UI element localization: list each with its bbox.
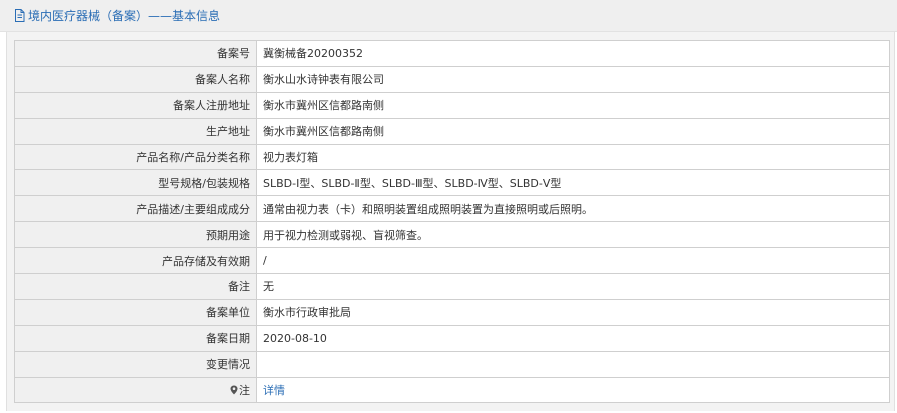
row-label: 备案人注册地址 bbox=[14, 91, 257, 119]
details-link[interactable]: 详情 bbox=[263, 384, 285, 397]
note-value-cell: 详情 bbox=[256, 376, 890, 404]
table-row-changes: 变更情况 bbox=[14, 350, 890, 378]
row-value: 衡水市行政审批局 bbox=[256, 298, 890, 326]
table-row-remarks: 备注 无 bbox=[14, 273, 890, 300]
page-title: 境内医疗器械（备案）——基本信息 bbox=[28, 9, 221, 23]
table-row-filing-date: 备案日期 2020-08-10 bbox=[14, 324, 890, 352]
row-label: 变更情况 bbox=[14, 350, 257, 378]
row-value: 2020-08-10 bbox=[256, 324, 890, 352]
row-label: 型号规格/包装规格 bbox=[14, 169, 257, 197]
table-row-intended-use: 预期用途 用于视力检测或弱视、盲视筛查。 bbox=[14, 221, 890, 249]
row-value: 用于视力检测或弱视、盲视筛查。 bbox=[256, 221, 890, 249]
table-row-filer-name: 备案人名称 衡水山水诗钟表有限公司 bbox=[14, 65, 890, 93]
row-label: 产品描述/主要组成成分 bbox=[14, 195, 257, 223]
row-label: 备案人名称 bbox=[14, 65, 257, 93]
table-row-storage-validity: 产品存储及有效期 / bbox=[14, 247, 890, 275]
table-row-product-name: 产品名称/产品分类名称 视力表灯箱 bbox=[14, 143, 890, 171]
row-value: / bbox=[256, 247, 890, 275]
row-value: 衡水市冀州区信都路南侧 bbox=[256, 117, 890, 145]
document-icon bbox=[15, 9, 25, 22]
table-row-production-address: 生产地址 衡水市冀州区信都路南侧 bbox=[14, 117, 890, 145]
row-value: 衡水山水诗钟表有限公司 bbox=[256, 65, 890, 93]
row-label: 备案号 bbox=[14, 40, 257, 67]
row-value: 无 bbox=[256, 273, 890, 300]
row-value: 视力表灯箱 bbox=[256, 143, 890, 171]
row-value: 冀衡械备20200352 bbox=[256, 40, 890, 67]
row-label: 产品名称/产品分类名称 bbox=[14, 143, 257, 171]
table-row-model-spec: 型号规格/包装规格 SLBD-Ⅰ型、SLBD-Ⅱ型、SLBD-Ⅲ型、SLBD-Ⅳ… bbox=[14, 169, 890, 197]
page-header: 境内医疗器械（备案）——基本信息 bbox=[0, 0, 897, 32]
row-value: 衡水市冀州区信都路南侧 bbox=[256, 91, 890, 119]
row-value: SLBD-Ⅰ型、SLBD-Ⅱ型、SLBD-Ⅲ型、SLBD-Ⅳ型、SLBD-Ⅴ型 bbox=[256, 169, 890, 197]
row-label: 生产地址 bbox=[14, 117, 257, 145]
row-value: 通常由视力表（卡）和照明装置组成照明装置为直接照明或后照明。 bbox=[256, 195, 890, 223]
table-row-filing-unit: 备案单位 衡水市行政审批局 bbox=[14, 298, 890, 326]
basic-info-table: 备案号 冀衡械备20200352 备案人名称 衡水山水诗钟表有限公司 备案人注册… bbox=[14, 40, 890, 404]
row-label: 预期用途 bbox=[14, 221, 257, 249]
row-label: 备案日期 bbox=[14, 324, 257, 352]
table-row-product-description: 产品描述/主要组成成分 通常由视力表（卡）和照明装置组成照明装置为直接照明或后照… bbox=[14, 195, 890, 223]
table-row-note: 注 详情 bbox=[14, 376, 890, 404]
row-label: 备注 bbox=[14, 273, 257, 300]
note-label: 注 bbox=[239, 384, 250, 398]
location-pin-icon bbox=[230, 385, 238, 395]
row-label: 备案单位 bbox=[14, 298, 257, 326]
row-value bbox=[256, 350, 890, 378]
note-label-cell: 注 bbox=[14, 376, 257, 404]
table-row-record-number: 备案号 冀衡械备20200352 bbox=[14, 40, 890, 67]
row-label: 产品存储及有效期 bbox=[14, 247, 257, 275]
table-row-filer-address: 备案人注册地址 衡水市冀州区信都路南侧 bbox=[14, 91, 890, 119]
